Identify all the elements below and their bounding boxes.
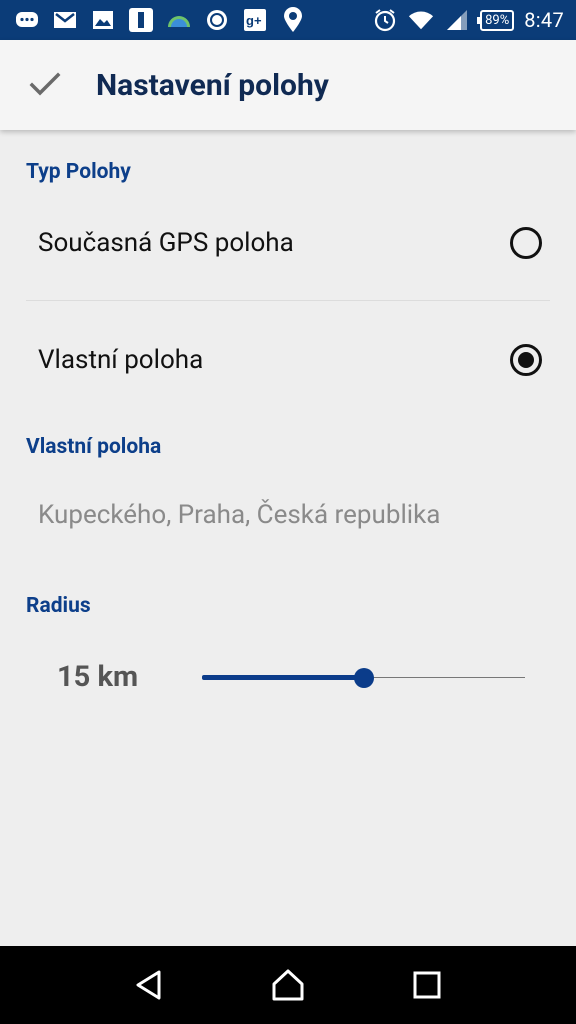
- page-title: Nastavení polohy: [96, 67, 329, 103]
- custom-location-field[interactable]: Kupeckého, Praha, Česká republika: [38, 500, 440, 530]
- back-button[interactable]: [119, 955, 179, 1015]
- location-icon: [280, 7, 306, 33]
- clock: 8:47: [524, 8, 564, 32]
- gmail-icon: [52, 7, 78, 33]
- location-type-header: Typ Polohy: [26, 160, 131, 184]
- home-button[interactable]: [258, 955, 318, 1015]
- option-label: Současná GPS poloha: [38, 228, 294, 258]
- radio-button-unchecked[interactable]: [510, 227, 542, 259]
- radius-row: 15 km: [0, 650, 576, 706]
- app-icon: [128, 7, 154, 33]
- recents-button[interactable]: [397, 955, 457, 1015]
- gallery-icon: [90, 7, 116, 33]
- app-icon: [204, 7, 230, 33]
- home-icon: [272, 969, 304, 1001]
- recents-icon: [413, 971, 441, 999]
- alarm-icon: [372, 7, 398, 33]
- slider-fill: [202, 675, 364, 680]
- check-icon: [29, 72, 61, 96]
- confirm-button[interactable]: [0, 40, 90, 130]
- option-current-gps[interactable]: Současná GPS poloha: [0, 198, 576, 288]
- back-icon: [136, 970, 161, 1000]
- custom-location-header: Vlastní poloha: [26, 435, 162, 459]
- signal-icon: [444, 7, 470, 33]
- radio-button-checked[interactable]: [510, 344, 542, 376]
- svg-text:g+: g+: [246, 13, 262, 28]
- option-custom-location[interactable]: Vlastní poloha: [0, 315, 576, 405]
- radius-header: Radius: [26, 594, 91, 618]
- system-icons: 89% 8:47: [372, 7, 564, 33]
- navigation-bar: [0, 946, 576, 1024]
- option-label: Vlastní poloha: [38, 345, 204, 375]
- messenger-icon: [14, 7, 40, 33]
- radius-value: 15 km: [57, 660, 139, 694]
- radio-dot: [518, 352, 534, 368]
- app-bar: Nastavení polohy: [0, 40, 576, 130]
- notification-icons: g+: [14, 7, 306, 33]
- slider-thumb[interactable]: [353, 668, 374, 688]
- radius-slider[interactable]: [202, 666, 525, 690]
- divider: [26, 300, 550, 301]
- wifi-icon: [408, 7, 434, 33]
- battery-icon: 89%: [477, 9, 515, 31]
- weather-icon: [166, 7, 192, 33]
- status-bar: g+ 89% 8:47: [0, 0, 576, 40]
- google-plus-icon: g+: [242, 7, 268, 33]
